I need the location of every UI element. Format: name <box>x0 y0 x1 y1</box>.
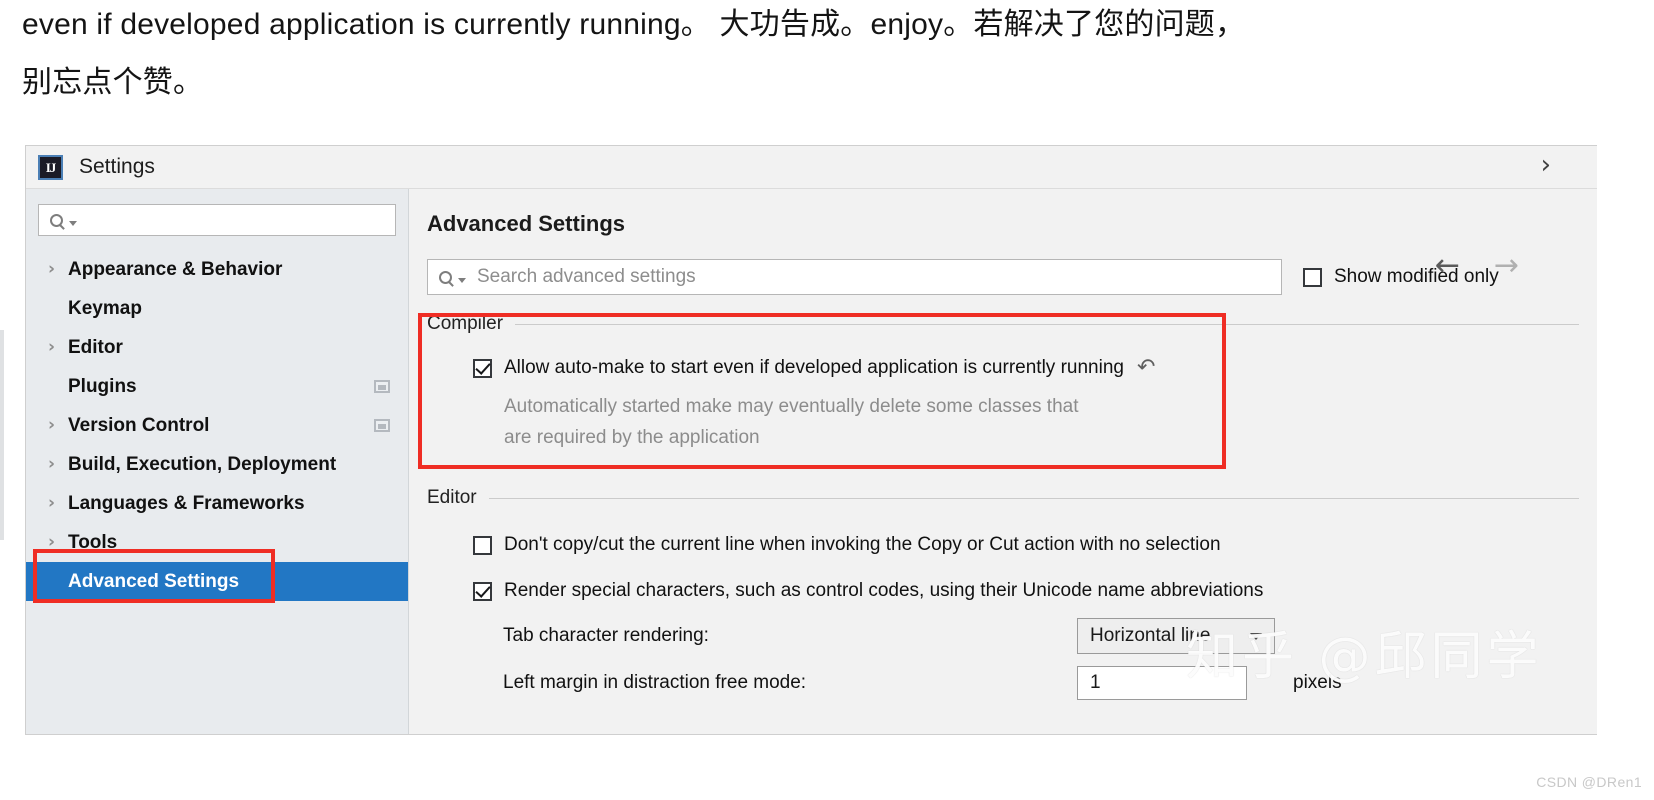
chevron-down-icon <box>458 277 466 283</box>
sidebar-item-label: Advanced Settings <box>68 570 240 592</box>
group-compiler-body: Allow auto-make to start even if develop… <box>427 335 1597 453</box>
group-editor-header: Editor <box>427 487 1597 509</box>
settings-sidebar: › Appearance & Behavior Keymap › Editor … <box>26 189 409 734</box>
dialog-titlebar: IJ Settings › <box>26 146 1597 189</box>
sidebar-search-input[interactable] <box>38 204 396 236</box>
sidebar-item-label: Build, Execution, Deployment <box>68 453 337 475</box>
csdn-watermark: CSDN @DRen1 <box>1536 774 1642 790</box>
chevron-right-icon: › <box>48 532 56 552</box>
sidebar-item-label: Plugins <box>68 375 137 397</box>
zhihu-watermark: 知乎 @邱同学 <box>1186 627 1543 687</box>
article-text: even if developed application is current… <box>22 0 1622 112</box>
sidebar-item-build-execution-deployment[interactable]: › Build, Execution, Deployment <box>26 445 408 484</box>
window-badge-icon <box>374 380 390 393</box>
checkbox-box[interactable] <box>1303 267 1322 287</box>
window-badge-icon <box>374 419 390 432</box>
spinner-value: 1 <box>1090 672 1101 693</box>
sidebar-item-label: Languages & Frameworks <box>68 492 305 514</box>
sidebar-item-languages-frameworks[interactable]: › Languages & Frameworks <box>26 484 408 523</box>
sidebar-item-label: Keymap <box>68 297 142 319</box>
group-compiler: Compiler Allow auto-make to start even i… <box>427 313 1597 453</box>
dialog-title: Settings <box>79 155 155 178</box>
navigation-arrows: ← → <box>1435 251 1519 281</box>
group-compiler-header: Compiler <box>427 313 1597 335</box>
chevron-right-icon: › <box>48 454 56 474</box>
chevron-down-icon <box>69 220 77 226</box>
sidebar-item-label: Tools <box>68 531 118 553</box>
sidebar-item-label: Version Control <box>68 414 210 436</box>
group-title: Compiler <box>427 313 504 334</box>
option-dont-copy-cut-current-line[interactable]: Don't copy/cut the current line when inv… <box>473 534 1597 556</box>
page-left-strip <box>0 330 4 540</box>
search-icon <box>439 270 452 284</box>
advanced-search-placeholder: Search advanced settings <box>477 266 696 287</box>
sidebar-item-advanced-settings[interactable]: Advanced Settings <box>26 562 408 601</box>
article-line-1: even if developed application is current… <box>22 8 1246 41</box>
checkbox-box[interactable] <box>473 535 492 555</box>
intellij-idea-icon: IJ <box>38 154 63 180</box>
option-label: Left margin in distraction free mode: <box>503 672 807 693</box>
close-icon[interactable]: › <box>1541 152 1551 178</box>
advanced-search-input[interactable]: Search advanced settings <box>427 259 1282 295</box>
search-icon <box>50 213 63 227</box>
option-description-line-2: are required by the application <box>504 427 760 448</box>
chevron-right-icon: › <box>48 259 56 279</box>
group-divider <box>488 497 1579 499</box>
chevron-right-icon: › <box>48 415 56 435</box>
article-line-2: 别忘点个赞。 <box>22 66 204 99</box>
option-description-line-1: Automatically started make may eventuall… <box>504 396 1079 417</box>
sidebar-item-tools[interactable]: › Tools <box>26 523 408 562</box>
sidebar-item-label: Editor <box>68 336 123 358</box>
screenshot-root: even if developed application is current… <box>0 0 1654 800</box>
advanced-search-row: Search advanced settings Show modified o… <box>427 259 1597 295</box>
sidebar-item-version-control[interactable]: › Version Control <box>26 406 408 445</box>
settings-tree: › Appearance & Behavior Keymap › Editor … <box>26 250 408 601</box>
checkbox-box[interactable] <box>473 358 492 378</box>
group-divider <box>515 323 1579 325</box>
sidebar-item-keymap[interactable]: Keymap <box>26 289 408 328</box>
forward-arrow-icon[interactable]: → <box>1494 251 1519 281</box>
option-label: Render special characters, such as contr… <box>504 580 1264 601</box>
page-title: Advanced Settings <box>427 211 626 236</box>
option-description: Automatically started make may eventuall… <box>504 391 1597 453</box>
back-arrow-icon[interactable]: ← <box>1435 251 1460 281</box>
chevron-right-icon: › <box>48 337 56 357</box>
option-allow-auto-make[interactable]: Allow auto-make to start even if develop… <box>473 357 1597 379</box>
sidebar-item-appearance-behavior[interactable]: › Appearance & Behavior <box>26 250 408 289</box>
revert-icon[interactable]: ↶ <box>1137 357 1155 379</box>
sidebar-item-editor[interactable]: › Editor <box>26 328 408 367</box>
group-title: Editor <box>427 487 477 508</box>
option-label: Don't copy/cut the current line when inv… <box>504 534 1221 555</box>
checkbox-box[interactable] <box>473 581 492 601</box>
sidebar-item-label: Appearance & Behavior <box>68 258 283 280</box>
option-label: Tab character rendering: <box>503 625 709 646</box>
option-render-special-characters[interactable]: Render special characters, such as contr… <box>473 580 1597 602</box>
chevron-right-icon: › <box>48 493 56 513</box>
sidebar-item-plugins[interactable]: Plugins <box>26 367 408 406</box>
option-label: Allow auto-make to start even if develop… <box>504 357 1124 378</box>
